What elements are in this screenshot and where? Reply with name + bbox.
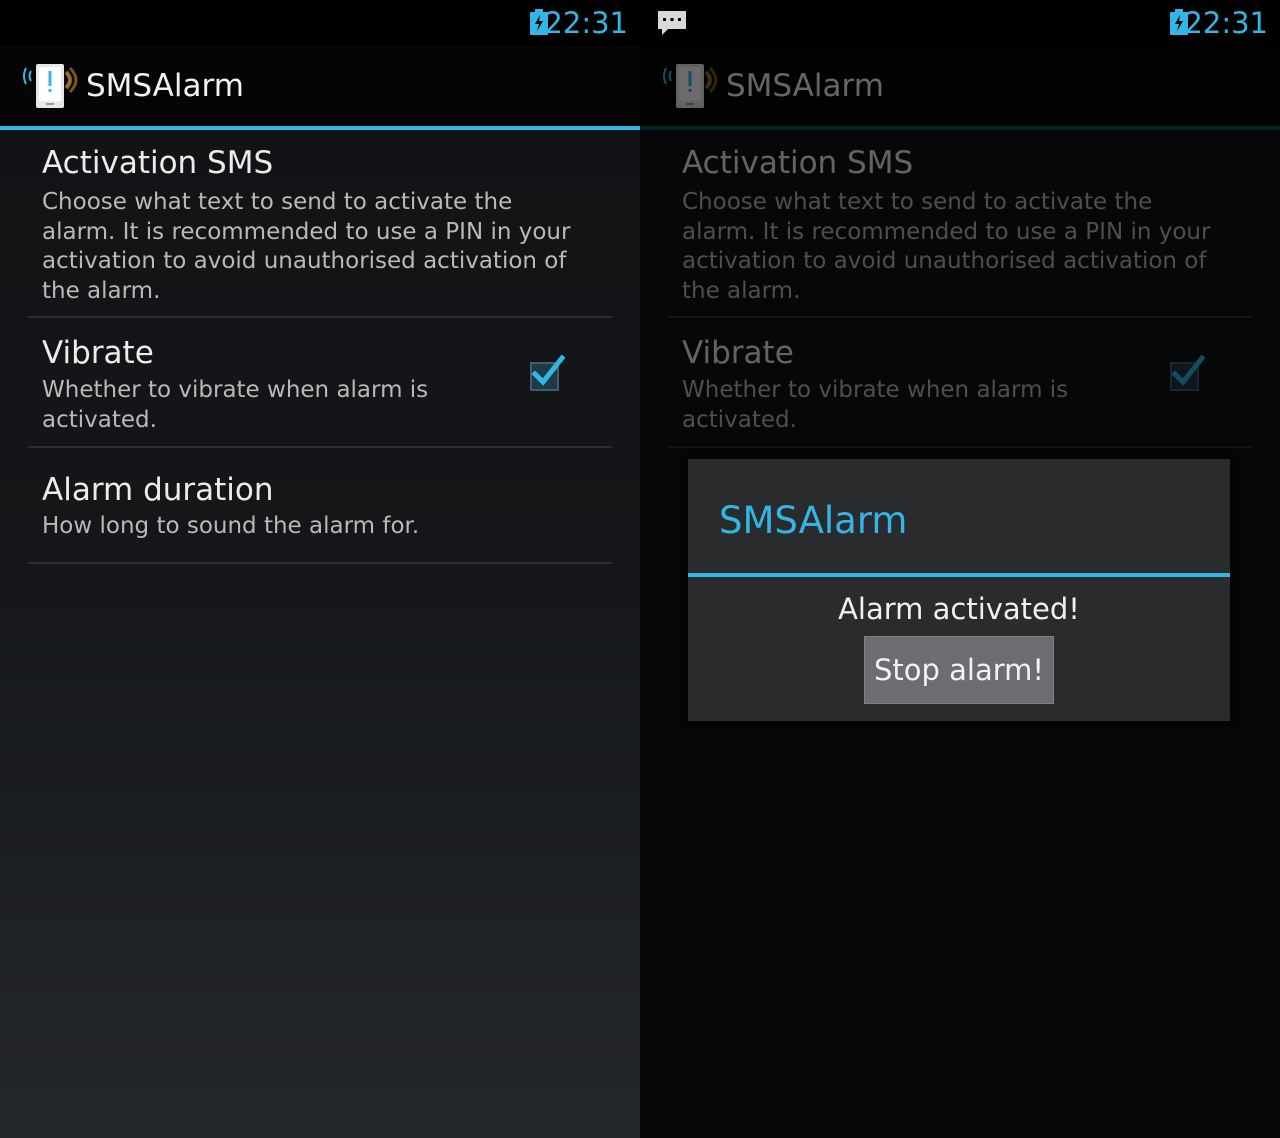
status-time: 22:31 bbox=[544, 6, 628, 40]
app-icon bbox=[23, 64, 78, 108]
app-title: SMSAlarm bbox=[86, 68, 244, 104]
dialog-title-divider bbox=[688, 573, 1230, 577]
sms-notification-icon bbox=[658, 11, 686, 35]
pref-summary: Choose what text to send to activate the… bbox=[42, 189, 571, 304]
pref-alarm-duration[interactable]: Alarm duration How long to sound the ala… bbox=[28, 448, 612, 564]
pref-activation-sms[interactable]: Activation SMS Choose what text to send … bbox=[28, 136, 612, 318]
pref-title: Vibrate bbox=[42, 335, 154, 371]
pref-title: Alarm duration bbox=[42, 472, 274, 508]
pref-summary: How long to sound the alarm for. bbox=[42, 513, 420, 539]
status-bar: 22:31 bbox=[640, 0, 1280, 46]
status-time: 22:31 bbox=[1184, 6, 1268, 40]
dialog-title: SMSAlarm bbox=[719, 499, 908, 542]
settings-screen-with-dialog: 22:31 SMSAlarm Activation SMS Choose wha… bbox=[640, 0, 1280, 1138]
action-bar: SMSAlarm bbox=[0, 46, 640, 126]
alarm-dialog: SMSAlarm Alarm activated! Stop alarm! bbox=[688, 459, 1230, 721]
action-bar-divider bbox=[0, 126, 640, 130]
stop-alarm-button[interactable]: Stop alarm! bbox=[864, 636, 1054, 704]
checkbox-checked-icon[interactable] bbox=[528, 354, 566, 392]
status-bar: 22:31 bbox=[0, 0, 640, 46]
pref-title: Activation SMS bbox=[42, 145, 274, 181]
settings-screen: 22:31 SMSAlarm Activation SMS Choose wha… bbox=[0, 0, 640, 1138]
pref-vibrate[interactable]: Vibrate Whether to vibrate when alarm is… bbox=[28, 318, 612, 448]
pref-summary: Whether to vibrate when alarm is activat… bbox=[42, 377, 429, 433]
dialog-message: Alarm activated! bbox=[838, 592, 1080, 626]
